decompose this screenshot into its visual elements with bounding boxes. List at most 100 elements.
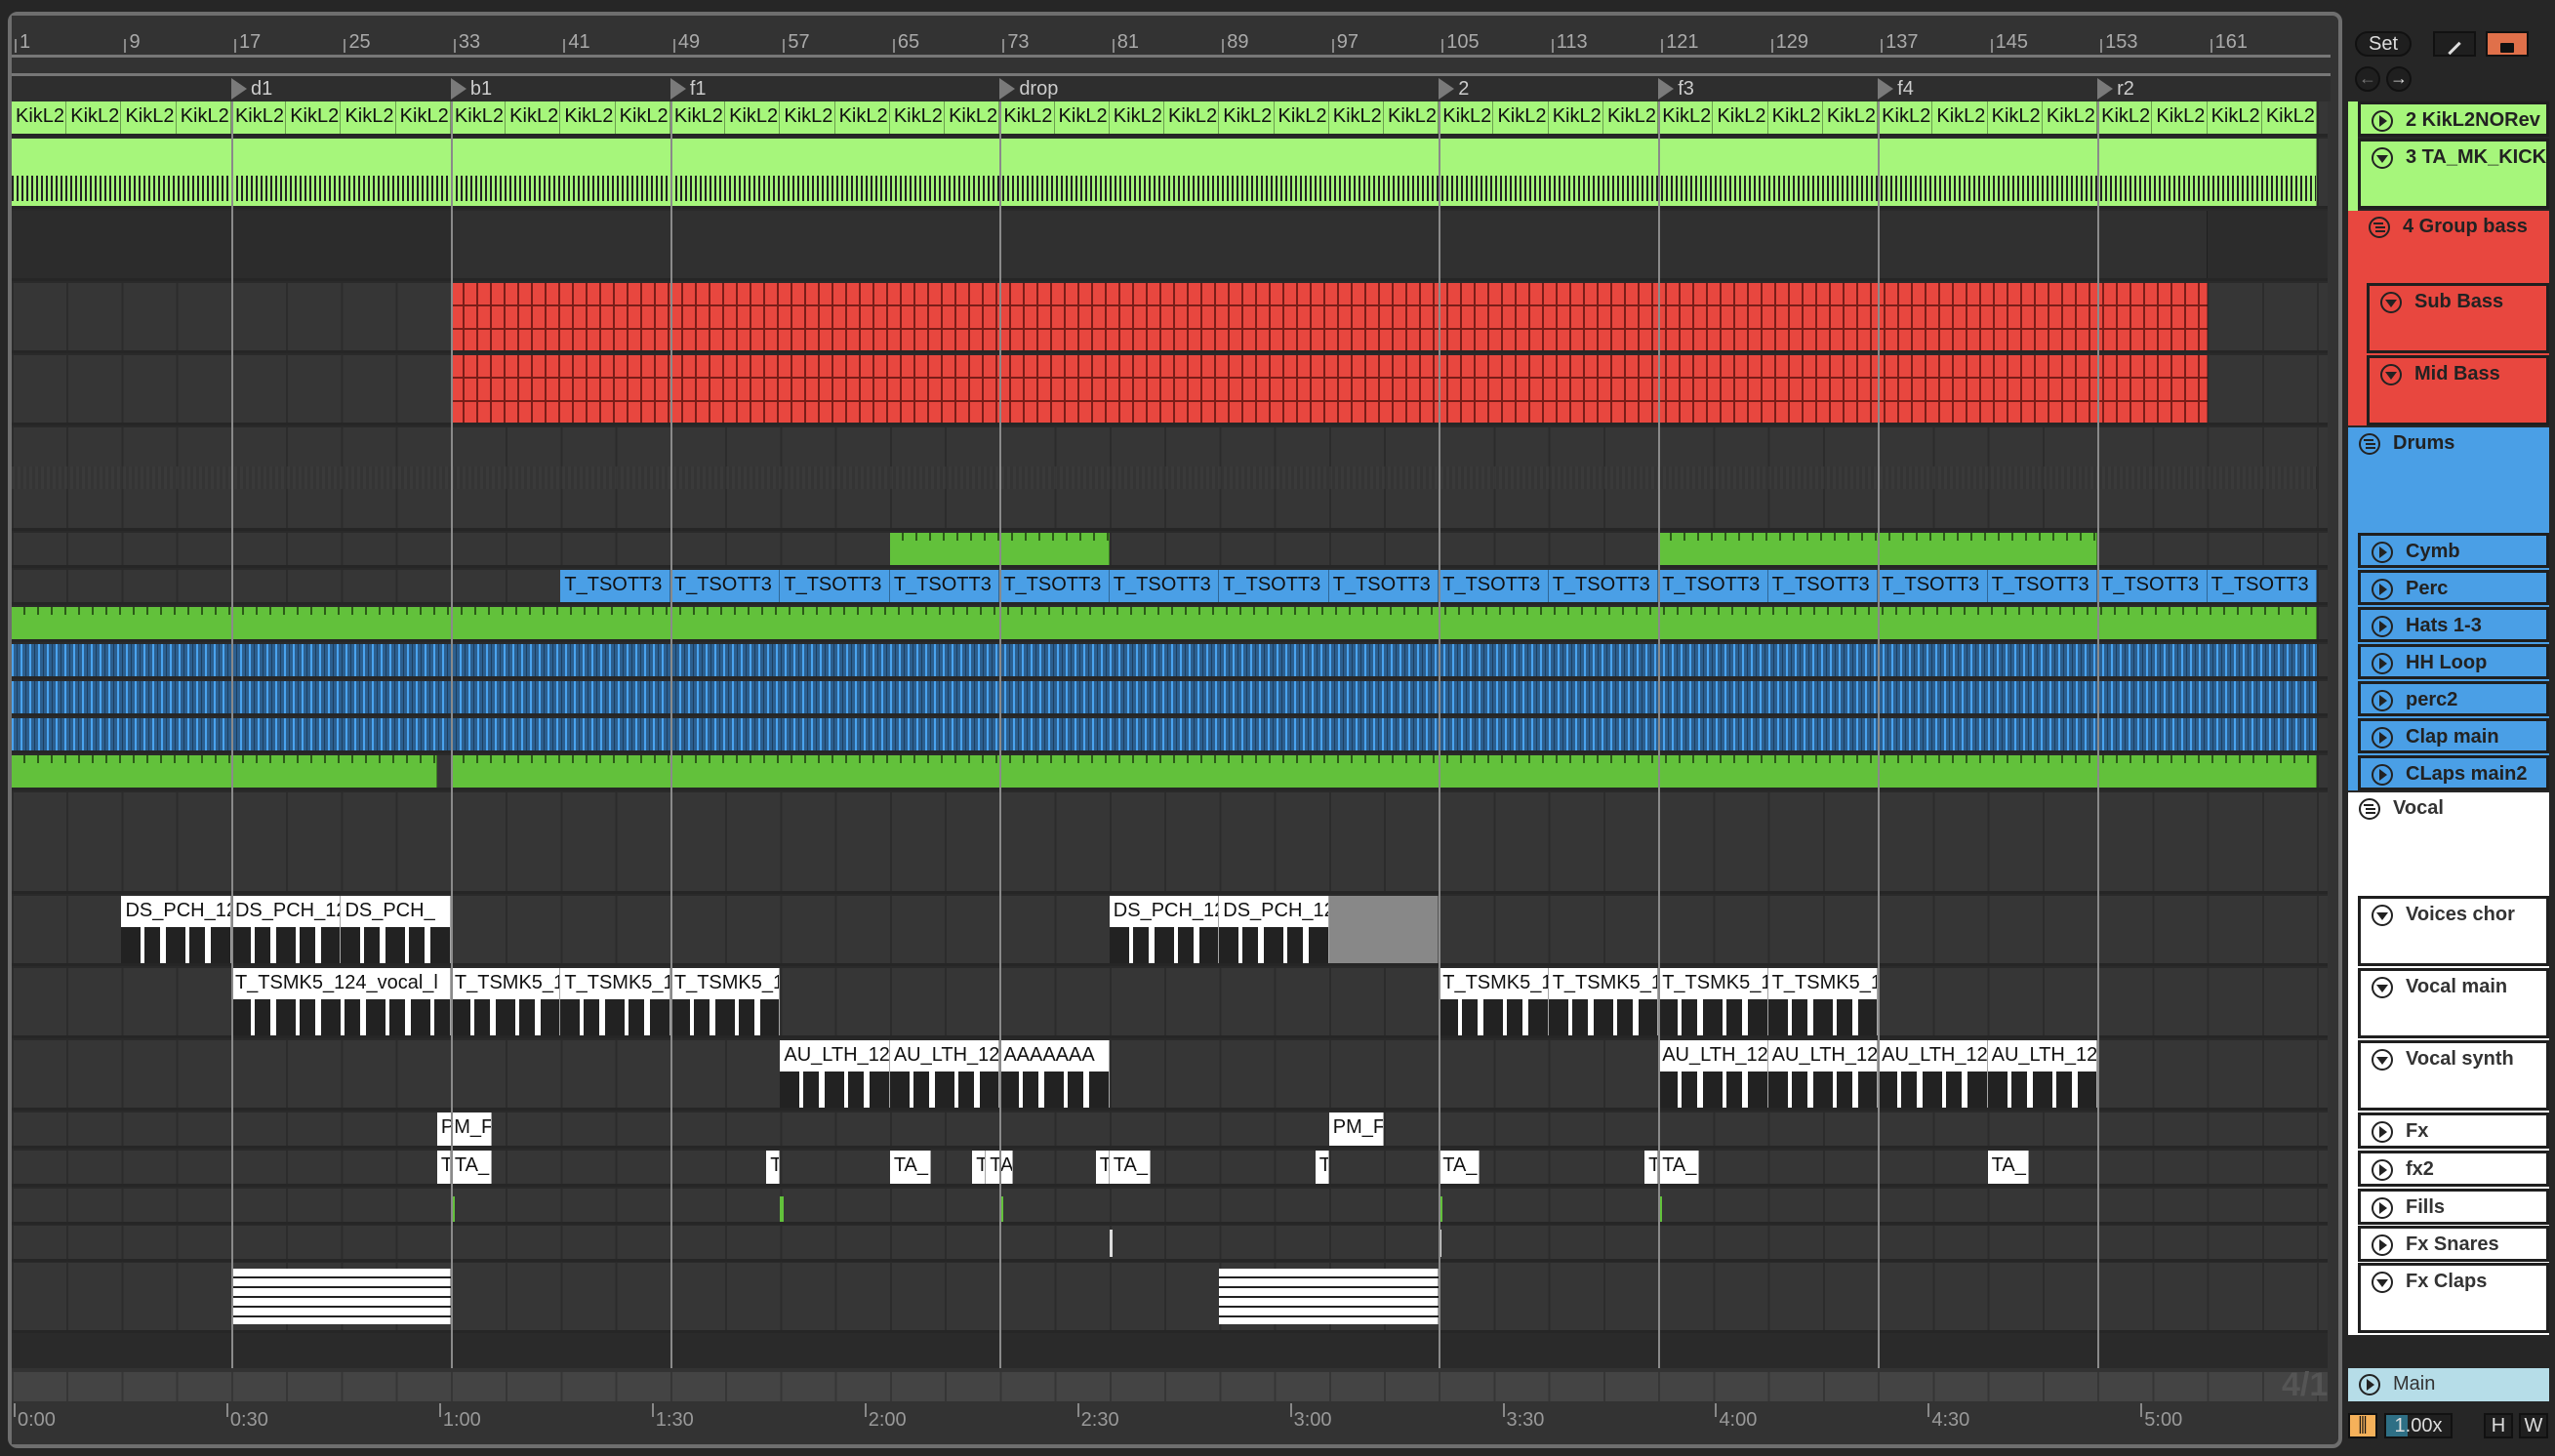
clip[interactable]: KikL2 — [945, 101, 1000, 134]
clip[interactable]: T_TSOTT3 — [560, 570, 670, 602]
clip[interactable]: T_TSMK5_1 — [669, 968, 781, 1035]
clip[interactable]: KikL2 — [780, 101, 835, 134]
clip[interactable] — [450, 755, 2318, 788]
clip[interactable]: KikL2 — [560, 101, 616, 134]
locator-r2[interactable]: r2 — [2097, 76, 2134, 101]
track-lane-5[interactable] — [12, 427, 2328, 531]
clip[interactable]: KikL2 — [66, 101, 122, 134]
track-lane-7[interactable]: T_TSOTT3 T_TSOTT3 T_TSOTT3 T_TSOTT3 T_TSOTT3… — [12, 570, 2328, 605]
clip[interactable]: KikL2 — [669, 101, 726, 134]
clip[interactable]: PM_F — [436, 1112, 493, 1146]
back-arrow-button[interactable]: ← — [2355, 66, 2380, 92]
clip[interactable]: KikL2 — [2097, 101, 2153, 134]
clip[interactable]: KikL2 — [999, 101, 1055, 134]
clip[interactable]: T_TSOTT3 — [1219, 570, 1329, 602]
track-header-mid-bass[interactable]: Mid Bass — [2367, 355, 2549, 425]
clip[interactable]: KikL2 — [1658, 101, 1714, 134]
clip[interactable]: KikL2 — [1548, 101, 1603, 134]
zoom-field[interactable]: 1.00x — [2384, 1413, 2453, 1438]
clip[interactable]: TA_ — [1109, 1151, 1151, 1184]
locator-2[interactable]: 2 — [1439, 76, 1469, 101]
clip[interactable]: PM_F — [1328, 1112, 1384, 1146]
follow-waveform-button[interactable]: ⫼ — [2348, 1413, 2377, 1438]
clip[interactable]: KikL2 — [1219, 101, 1275, 134]
clip[interactable]: T — [972, 1151, 987, 1184]
track-header-fx[interactable]: Fx — [2358, 1112, 2549, 1149]
track-header-3-ta-mk-kick[interactable]: 3 TA_MK_KICK — [2358, 139, 2549, 209]
track-header-main[interactable]: Main — [2348, 1368, 2549, 1401]
track-header-fx-snares[interactable]: Fx Snares — [2358, 1226, 2549, 1262]
track-lane-1[interactable] — [12, 139, 2328, 209]
clip[interactable]: TA_ — [1987, 1151, 2029, 1184]
clip[interactable]: T_TSMK5_1 — [1439, 968, 1549, 1035]
track-lane-18[interactable]: TTA_TTA_TTATTA_TTA_TTA_TA_ — [12, 1151, 2328, 1187]
clip[interactable]: T_TSOTT3 — [1658, 570, 1768, 602]
clip[interactable] — [1219, 1269, 1440, 1324]
clip[interactable]: T_TSMK5_124_vocal_l — [230, 968, 451, 1035]
beat-ruler[interactable]: 1 9 17 25 33 41 49 57 65 73 81 89 97 105 113 121 129 137 1… — [12, 16, 2331, 59]
track-lane-2[interactable] — [12, 211, 2328, 281]
clip[interactable]: KikL2 — [1493, 101, 1549, 134]
clip[interactable]: TA_ — [889, 1151, 931, 1184]
track-lane-14[interactable]: DS_PCH_12 DS_PCH_12 DS_PCH_ DS_PCH_12 DS_PCH… — [12, 896, 2328, 966]
loop-bar[interactable] — [12, 55, 2331, 76]
track-header-2-kikl2norev[interactable]: 2 KikL2NORev — [2358, 101, 2549, 137]
clip[interactable]: KikL2 — [1439, 101, 1494, 134]
clip[interactable]: KikL2 — [12, 101, 67, 134]
clip[interactable] — [12, 718, 2318, 750]
clip[interactable] — [450, 211, 2208, 278]
track-lane-0[interactable]: KikL2 KikL2 KikL2 KikL2 KikL2 KikL2 KikL2 KikL2… — [12, 101, 2328, 137]
clip[interactable]: KikL2 — [1164, 101, 1220, 134]
clip[interactable]: KikL2 — [395, 101, 451, 134]
clip[interactable]: KikL2 — [1932, 101, 1988, 134]
clip[interactable] — [12, 681, 2318, 713]
clip[interactable]: T_TSOTT3 — [1439, 570, 1549, 602]
clip[interactable]: T_TSOTT3 — [780, 570, 890, 602]
clip[interactable]: T — [1315, 1151, 1329, 1184]
track-lane-19[interactable] — [12, 1189, 2328, 1225]
w-button[interactable]: W — [2519, 1413, 2548, 1438]
track-header-vocal-main[interactable]: Vocal main — [2358, 968, 2549, 1038]
clip[interactable]: AU_LTH_12 — [1878, 1040, 1988, 1108]
clip[interactable]: T — [1095, 1151, 1110, 1184]
clip[interactable]: KikL2 — [834, 101, 890, 134]
track-lane-4[interactable] — [12, 355, 2328, 425]
clip[interactable]: T_TSMK5_1 — [560, 968, 670, 1035]
clip[interactable]: T_TSOTT3 — [1767, 570, 1879, 602]
clip[interactable]: KikL2 — [1767, 101, 1823, 134]
clip[interactable]: KikL2 — [286, 101, 342, 134]
clip[interactable]: T — [1644, 1151, 1659, 1184]
track-lane-12[interactable] — [12, 755, 2328, 790]
clip[interactable]: T — [436, 1151, 451, 1184]
clip[interactable]: DS_PCH_12 — [1219, 896, 1329, 963]
track-header-claps-main2[interactable]: CLaps main2 — [2358, 755, 2549, 790]
clip[interactable] — [12, 644, 2318, 676]
clip[interactable]: KikL2 — [2261, 101, 2318, 134]
clip[interactable]: T_TSOTT3 — [1109, 570, 1220, 602]
clip[interactable]: KikL2 — [230, 101, 287, 134]
clip[interactable]: KikL2 — [615, 101, 670, 134]
track-header-voices-chor[interactable]: Voices chor — [2358, 896, 2549, 966]
clip[interactable] — [12, 466, 2318, 489]
track-lane-16[interactable]: AU_LTH_12 AU_LTH_12 AAAAAAA AU_LTH_12 AU_LTH… — [12, 1040, 2328, 1111]
track-lane-13[interactable] — [12, 792, 2328, 894]
fill-marker[interactable] — [780, 1196, 785, 1222]
locator-f4[interactable]: f4 — [1878, 76, 1914, 101]
clip[interactable]: TA_ — [450, 1151, 493, 1184]
clip[interactable]: KikL2 — [176, 101, 231, 134]
clip[interactable]: KikL2 — [1822, 101, 1879, 134]
locator-f1[interactable]: f1 — [669, 76, 707, 101]
clip[interactable]: KikL2 — [2042, 101, 2098, 134]
track-lane-6[interactable] — [12, 533, 2328, 568]
clip[interactable]: T_TSMK5_1 — [1658, 968, 1768, 1035]
locator-row[interactable]: d1 b1 f1 drop 2 f3 f4 r2 — [12, 76, 2331, 101]
time-ruler[interactable]: 0:00 0:30 1:00 1:30 2:00 2:30 3:00 3:30 4:00 4:30… — [12, 1401, 2331, 1444]
locator-drop[interactable]: drop — [999, 76, 1058, 101]
track-lane-21[interactable] — [12, 1263, 2328, 1333]
clip[interactable]: KikL2 — [2207, 101, 2262, 134]
track-lane-9[interactable] — [12, 644, 2328, 679]
clip[interactable]: T_TSMK5_1 — [450, 968, 561, 1035]
clip[interactable]: T_TSOTT3 — [669, 570, 781, 602]
clip[interactable]: TA_ — [1658, 1151, 1700, 1184]
clip[interactable] — [12, 139, 2318, 206]
